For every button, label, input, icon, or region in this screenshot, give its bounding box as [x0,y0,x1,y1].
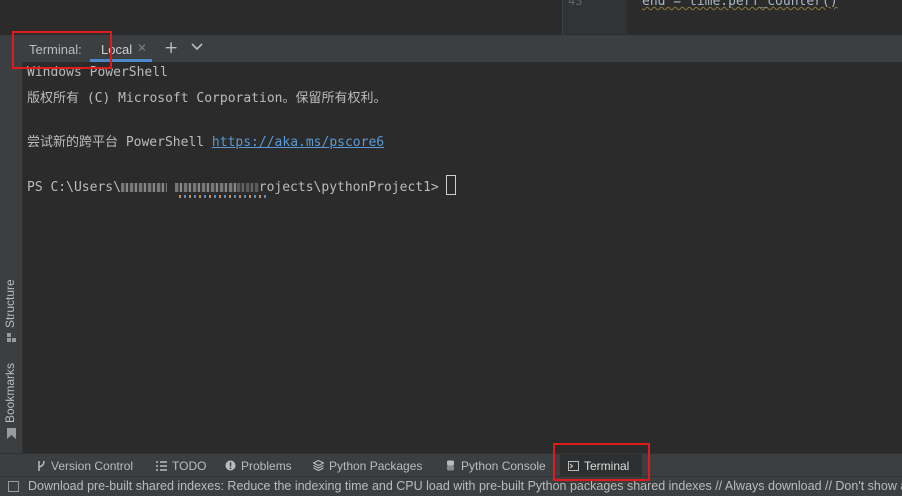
code-line[interactable]: end = time.perf_counter() [642,0,838,9]
problems-button[interactable]: Problems [225,454,292,477]
chevron-down-icon[interactable] [191,42,203,52]
terminal-line: 尝试新的跨平台 PowerShell https://aka.ms/pscore… [27,131,384,150]
bookmark-icon [7,428,16,439]
redacted-text [174,183,237,192]
terminal-header: Terminal: Local ✕ + [0,34,902,64]
terminal-output[interactable]: Windows PowerShell 版权所有 (C) Microsoft Co… [23,62,902,453]
tool-label: Python Packages [329,458,423,473]
text-cursor [445,175,456,195]
python-console-button[interactable]: Python Console [445,454,546,477]
prompt-line: PS C:\Users\ rojects\pythonProject1> [27,175,456,195]
version-control-button[interactable]: Version Control [36,454,133,477]
layers-icon [313,460,324,471]
prompt-end: rojects\pythonProject1> [258,180,439,195]
add-tab-icon[interactable]: + [164,38,178,58]
left-tool-strip: Structure Bookmarks [0,62,23,453]
status-message[interactable]: Download pre-built shared indexes: Reduc… [28,479,902,493]
list-icon [156,460,167,471]
branch-icon [38,460,45,471]
todo-button[interactable]: TODO [156,454,206,477]
prompt-start: PS C:\Users\ [27,180,121,195]
close-icon[interactable]: ✕ [137,41,147,55]
bookmarks-tab[interactable]: Bookmarks [3,363,17,423]
warning-icon [225,460,236,471]
tool-label: Python Console [461,458,546,473]
line-number: 43 [568,0,583,8]
terminal-text: 尝试新的跨平台 PowerShell [27,135,212,150]
structure-icon [7,333,16,342]
redacted-underline [179,195,269,198]
pscore-link[interactable]: https://aka.ms/pscore6 [212,135,384,150]
redacted-text [120,183,167,192]
status-square-icon[interactable] [8,481,19,492]
structure-tab[interactable]: Structure [3,279,17,328]
tool-label: TODO [172,458,207,473]
tool-window-bar: Version Control TODO Problems Python Pac… [0,453,902,477]
terminal-line: 版权所有 (C) Microsoft Corporation。保留所有权利。 [27,91,387,106]
python-icon [447,460,454,471]
highlight-box-terminal-button [553,443,650,481]
tool-label: Problems [241,458,292,473]
status-bar: Download pre-built shared indexes: Reduc… [0,476,902,496]
python-packages-button[interactable]: Python Packages [313,454,422,477]
tool-label: Version Control [51,458,134,473]
highlight-box-terminal-header [12,31,112,69]
redacted-text [236,183,259,192]
